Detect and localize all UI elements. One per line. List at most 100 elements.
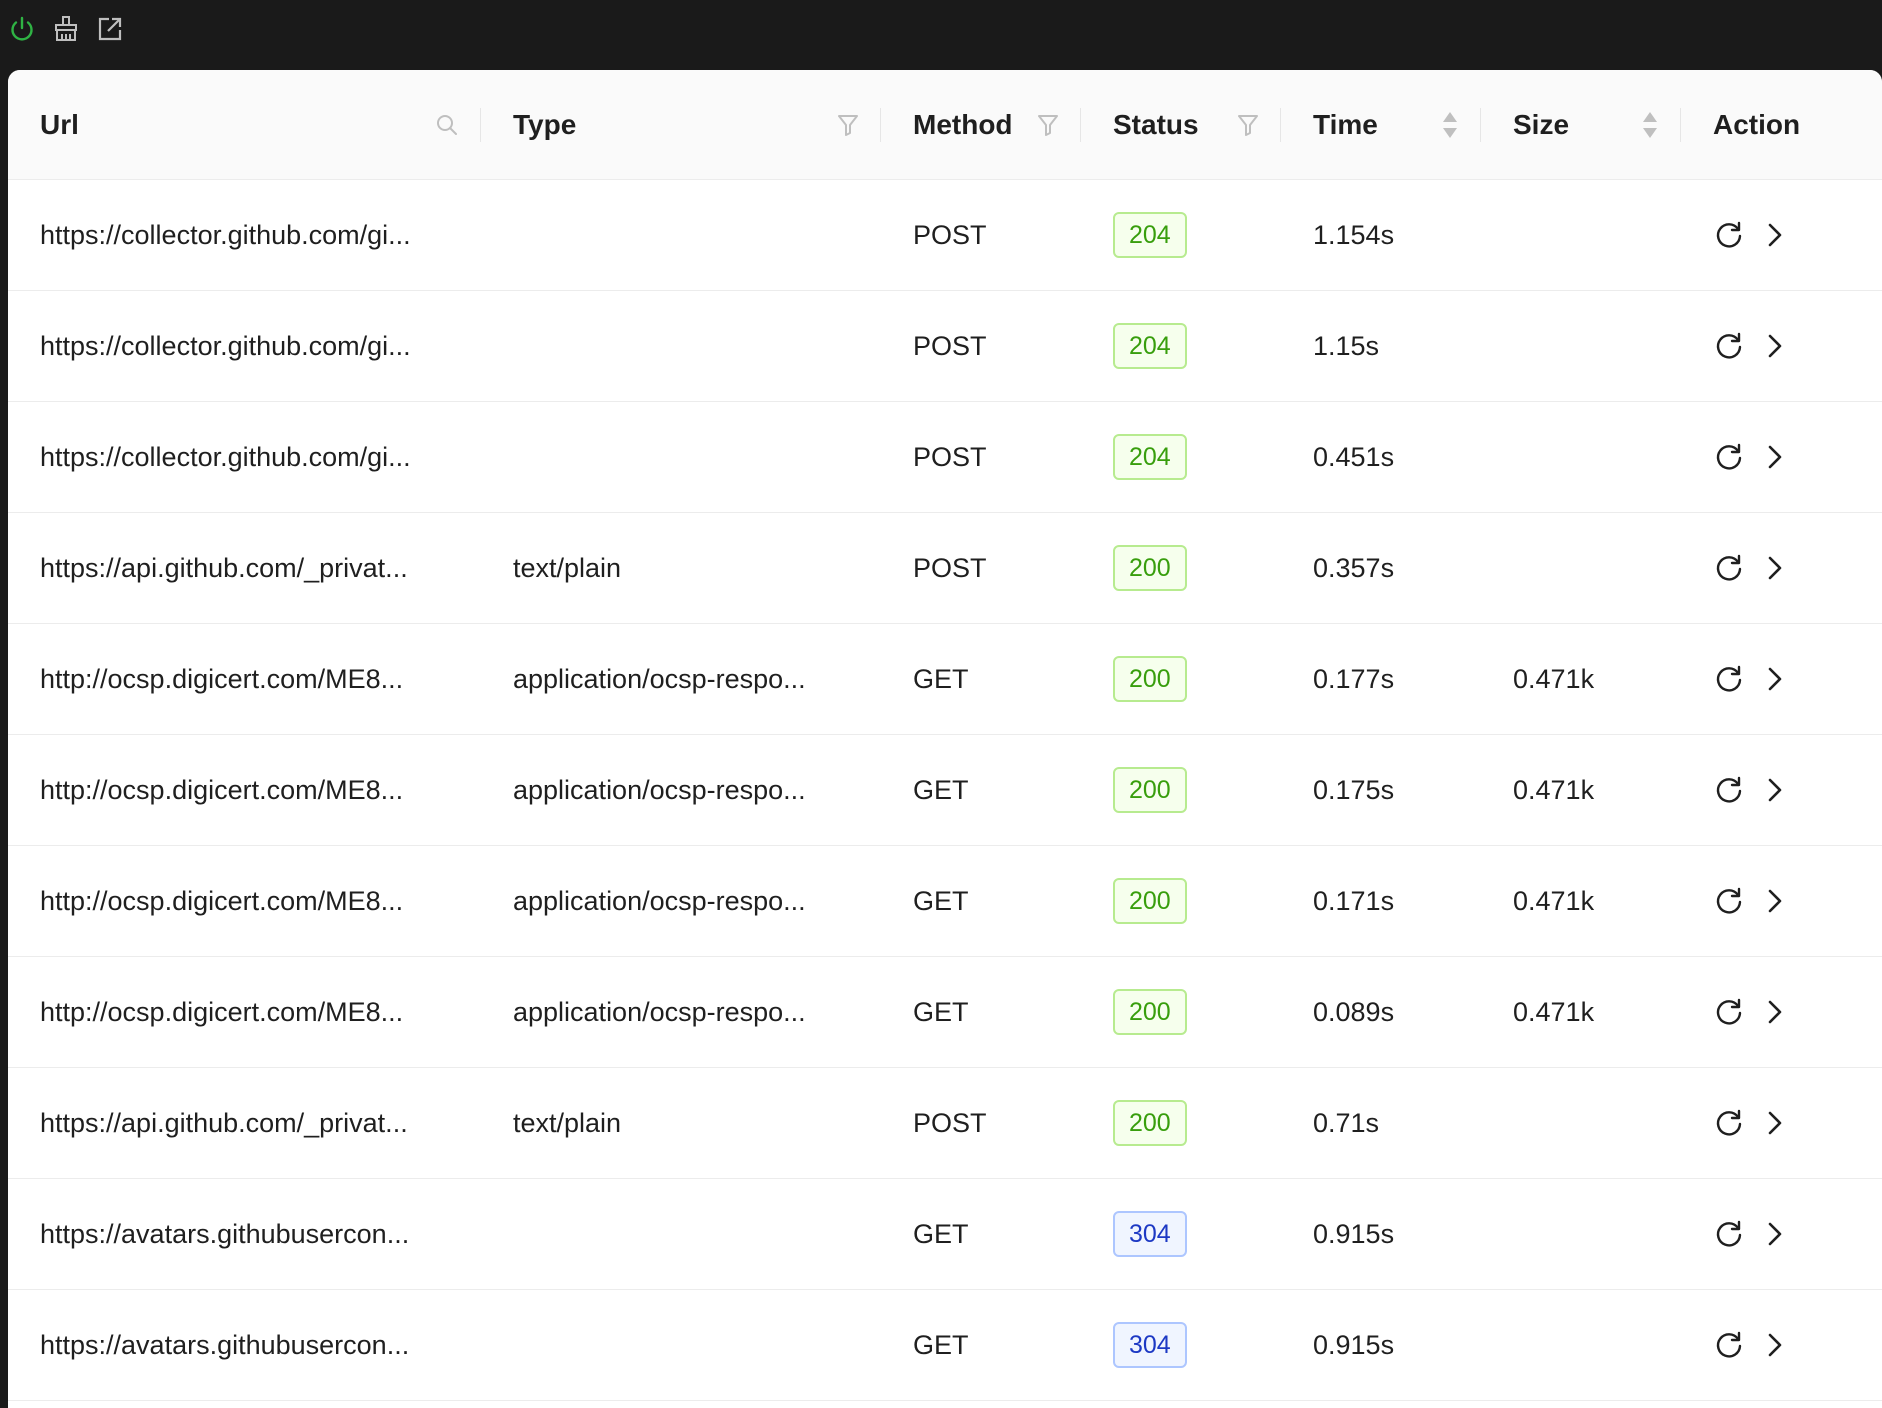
action-cell [1681, 401, 1882, 513]
chevron-right-icon[interactable] [1759, 330, 1791, 362]
type-cell: application/ocsp-respo... [481, 956, 881, 1068]
status-badge: 200 [1113, 989, 1187, 1035]
action-cell [1681, 1067, 1882, 1179]
replay-icon[interactable] [1713, 1329, 1745, 1361]
replay-icon[interactable] [1713, 219, 1745, 251]
type-cell [481, 1178, 881, 1290]
table-row[interactable]: http://ocsp.digicert.com/ME8... applicat… [8, 623, 1882, 735]
table-row[interactable]: https://collector.github.com/gi... POST … [8, 179, 1882, 291]
column-header-label: Url [40, 108, 79, 140]
method-cell: GET [881, 1178, 1081, 1290]
time-cell: 0.915s [1281, 1178, 1481, 1290]
method-cell: GET [881, 845, 1081, 957]
column-header-time[interactable]: Time [1281, 70, 1481, 180]
status-cell: 304 [1081, 1289, 1281, 1401]
status-cell: 200 [1081, 734, 1281, 846]
status-cell: 204 [1081, 179, 1281, 291]
column-header-label: Method [913, 108, 1013, 140]
table-row[interactable]: https://avatars.githubusercon... GET 304… [8, 1289, 1882, 1401]
table-row[interactable]: http://ocsp.digicert.com/ME8... applicat… [8, 734, 1882, 846]
action-cell [1681, 734, 1882, 846]
power-icon[interactable] [7, 14, 37, 44]
column-header-label: Action [1713, 108, 1801, 140]
url-cell: https://collector.github.com/gi... [8, 179, 481, 291]
chevron-right-icon[interactable] [1759, 219, 1791, 251]
action-cell [1681, 290, 1882, 402]
open-external-icon[interactable] [95, 14, 125, 44]
replay-icon[interactable] [1713, 663, 1745, 695]
chevron-right-icon[interactable] [1759, 441, 1791, 473]
url-cell: http://ocsp.digicert.com/ME8... [8, 845, 481, 957]
filter-icon[interactable] [1037, 113, 1059, 137]
table-row[interactable]: https://api.github.com/_privat... text/p… [8, 1067, 1882, 1179]
replay-icon[interactable] [1713, 885, 1745, 917]
type-cell: text/plain [481, 512, 881, 624]
table-row[interactable]: https://api.github.com/_privat... text/p… [8, 512, 1882, 624]
chevron-right-icon[interactable] [1759, 552, 1791, 584]
status-badge: 200 [1113, 1100, 1187, 1146]
search-icon[interactable] [435, 113, 459, 137]
replay-icon[interactable] [1713, 1107, 1745, 1139]
chevron-right-icon[interactable] [1759, 1107, 1791, 1139]
time-cell: 0.177s [1281, 623, 1481, 735]
method-cell: GET [881, 1289, 1081, 1401]
table-row[interactable]: https://avatars.githubusercon... GET 304… [8, 1178, 1882, 1290]
time-cell: 0.451s [1281, 401, 1481, 513]
clear-icon[interactable] [51, 14, 81, 44]
method-cell: POST [881, 290, 1081, 402]
type-cell [481, 290, 881, 402]
size-cell [1481, 1289, 1681, 1401]
size-cell [1481, 512, 1681, 624]
replay-icon[interactable] [1713, 330, 1745, 362]
filter-icon[interactable] [837, 113, 859, 137]
action-cell [1681, 956, 1882, 1068]
url-cell: http://ocsp.digicert.com/ME8... [8, 956, 481, 1068]
replay-icon[interactable] [1713, 774, 1745, 806]
status-badge: 204 [1113, 323, 1187, 369]
replay-icon[interactable] [1713, 552, 1745, 584]
chevron-right-icon[interactable] [1759, 885, 1791, 917]
size-cell: 0.471k [1481, 956, 1681, 1068]
column-header-status: Status [1081, 70, 1281, 180]
replay-icon[interactable] [1713, 996, 1745, 1028]
column-header-type: Type [481, 70, 881, 180]
chevron-right-icon[interactable] [1759, 663, 1791, 695]
method-cell: POST [881, 1067, 1081, 1179]
type-cell: text/plain [481, 1067, 881, 1179]
action-cell [1681, 179, 1882, 291]
table-row[interactable]: https://collector.github.com/gi... POST … [8, 290, 1882, 402]
time-cell: 1.15s [1281, 290, 1481, 402]
filter-icon[interactable] [1237, 113, 1259, 137]
sort-icon[interactable] [1441, 110, 1459, 140]
chevron-right-icon[interactable] [1759, 1218, 1791, 1250]
action-cell [1681, 512, 1882, 624]
size-cell [1481, 1067, 1681, 1179]
method-cell: GET [881, 956, 1081, 1068]
table-row[interactable]: http://ocsp.digicert.com/ME8... applicat… [8, 956, 1882, 1068]
requests-panel: Url Type Method Status Time Size Action … [8, 70, 1882, 1408]
status-cell: 200 [1081, 512, 1281, 624]
time-cell: 1.154s [1281, 179, 1481, 291]
time-cell: 0.089s [1281, 956, 1481, 1068]
status-cell: 304 [1081, 1178, 1281, 1290]
chevron-right-icon[interactable] [1759, 1329, 1791, 1361]
chevron-right-icon[interactable] [1759, 774, 1791, 806]
time-cell: 0.175s [1281, 734, 1481, 846]
time-cell: 0.171s [1281, 845, 1481, 957]
status-cell: 200 [1081, 623, 1281, 735]
chevron-right-icon[interactable] [1759, 996, 1791, 1028]
type-cell: application/ocsp-respo... [481, 845, 881, 957]
status-badge: 204 [1113, 212, 1187, 258]
status-badge: 204 [1113, 434, 1187, 480]
sort-icon[interactable] [1641, 110, 1659, 140]
table-row[interactable]: http://ocsp.digicert.com/ME8... applicat… [8, 845, 1882, 957]
size-cell [1481, 401, 1681, 513]
replay-icon[interactable] [1713, 1218, 1745, 1250]
column-header-url: Url [8, 70, 481, 180]
size-cell: 0.471k [1481, 845, 1681, 957]
column-header-size[interactable]: Size [1481, 70, 1681, 180]
status-cell: 200 [1081, 1067, 1281, 1179]
table-row[interactable]: https://collector.github.com/gi... POST … [8, 401, 1882, 513]
replay-icon[interactable] [1713, 441, 1745, 473]
size-cell [1481, 1178, 1681, 1290]
